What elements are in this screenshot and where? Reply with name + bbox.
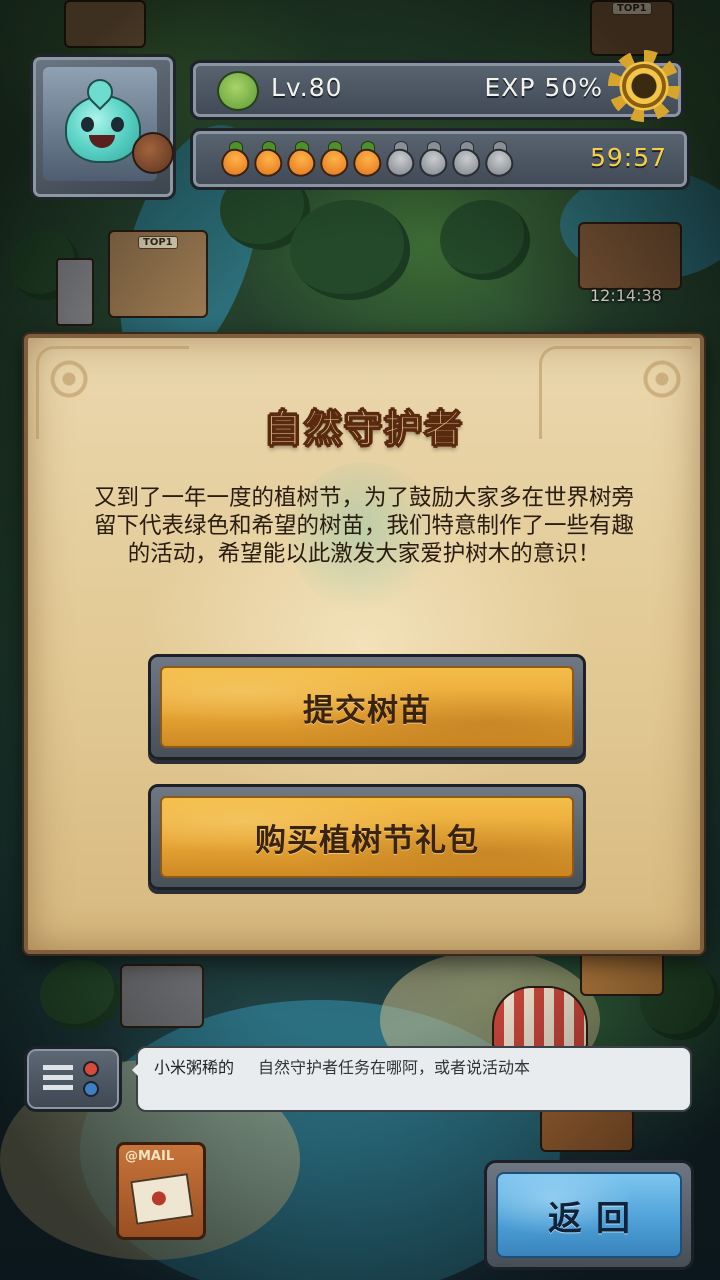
envelope-icon [130,1173,194,1225]
carrot-icon [479,141,519,183]
event-dialog: 自然守护者 又到了一年一度的植树节，为了鼓励大家多在世界树旁留下代表绿色和希望的… [24,334,704,954]
energy-timer: 59:57 [589,143,667,172]
carrot-icon [314,141,354,183]
gear-icon[interactable] [608,50,680,122]
dialog-body: 又到了一年一度的植树节，为了鼓励大家多在世界树旁留下代表绿色和希望的树苗，我们特… [93,485,634,567]
energy-carrots [215,141,519,183]
carrot-icon [281,141,321,183]
exp-text: EXP 50% [484,73,603,102]
carrot-icon [347,141,387,183]
level-text: Lv.80 [271,73,343,102]
building-timer: 12:14:38 [590,286,662,305]
back-label: 返回 [548,1198,644,1239]
buy-gift-pack-label: 购买植树节礼包 [255,822,479,859]
carrot-icon [380,141,420,183]
energy-bar: 59:57 [190,128,690,190]
carrot-icon [215,141,255,183]
map-building-tower[interactable] [56,258,94,326]
chat-username: 小米粥稀的 [154,1058,235,1077]
map-building-top-left[interactable] [64,0,146,48]
map-building-treasure[interactable] [578,222,682,290]
chat-message[interactable]: 小米粥稀的 自然守护者任务在哪阿，或者说活动本 [132,1046,692,1112]
rank-badge-icon [132,132,174,174]
player-avatar[interactable] [30,54,176,200]
carrot-icon [413,141,453,183]
chat-text: 自然守护者任务在哪阿，或者说活动本 [258,1058,531,1077]
dialog-title: 自然守护者 [263,407,464,452]
chat-icon[interactable] [24,1046,122,1112]
top-badge: TOP1 [138,236,178,249]
chat-dot [83,1061,99,1077]
mail-label: @MAIL [125,1149,175,1164]
back-button[interactable]: 返回 [484,1160,694,1270]
leaf-icon [217,71,259,111]
mail-button[interactable]: @MAIL [116,1142,206,1240]
top-badge: TOP1 [612,2,652,15]
submit-sapling-button[interactable]: 提交树苗 [148,654,586,760]
buy-gift-pack-button[interactable]: 购买植树节礼包 [148,784,586,890]
map-building-bottom-left[interactable] [120,964,204,1028]
menu-lines-icon [43,1065,73,1091]
carrot-icon [248,141,288,183]
carrot-icon [446,141,486,183]
map-building-tent[interactable] [492,986,588,1050]
map-building-shop[interactable] [540,1108,634,1152]
submit-sapling-label: 提交树苗 [303,692,431,729]
chat-dot [83,1081,99,1097]
